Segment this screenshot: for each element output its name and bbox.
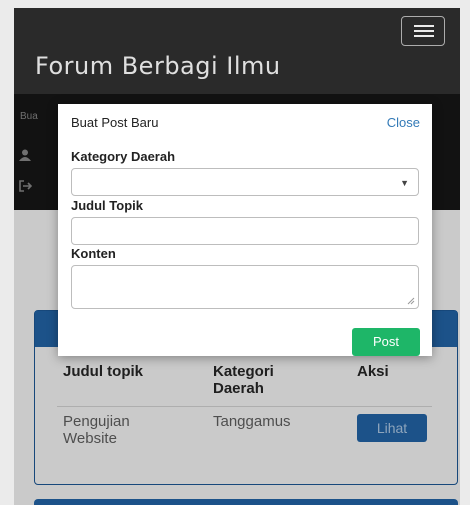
modal-title: Buat Post Baru xyxy=(71,115,159,130)
post-button[interactable]: Post xyxy=(352,328,420,356)
resize-grip-icon[interactable] xyxy=(407,297,415,305)
konten-textarea[interactable] xyxy=(71,265,419,309)
create-post-modal: Buat Post Baru Close Kategory Daerah ▼ J… xyxy=(58,104,432,356)
konten-label: Konten xyxy=(71,246,116,261)
dropdown-arrow-icon: ▼ xyxy=(400,178,409,188)
kategory-daerah-label: Kategory Daerah xyxy=(71,149,176,164)
judul-topik-input[interactable] xyxy=(71,217,419,245)
judul-topik-label: Judul Topik xyxy=(71,198,143,213)
kategory-daerah-select[interactable]: ▼ xyxy=(71,168,419,196)
close-button[interactable]: Close xyxy=(387,115,420,130)
